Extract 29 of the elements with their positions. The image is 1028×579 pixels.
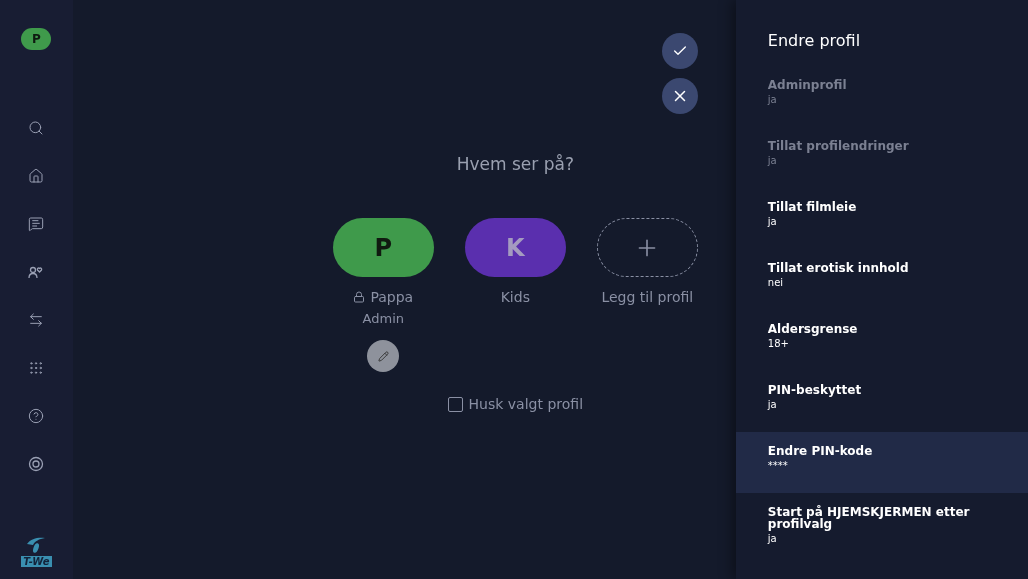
profile-name: Kids <box>500 289 530 305</box>
settings-item[interactable]: Tillat erotisk innhold nei <box>735 249 1028 310</box>
profile-name: Legg til profil <box>601 289 694 305</box>
panel-title: Endre profil <box>766 31 862 50</box>
settings-item[interactable]: Start på HJEMSKJERMEN etter profilvalg ja <box>735 493 1028 556</box>
settings-item[interactable]: Tillat filmleie ja <box>735 188 1028 249</box>
arrows-icon[interactable] <box>28 312 45 328</box>
profile-name: Pappa <box>370 289 414 305</box>
help-icon[interactable] <box>28 408 45 424</box>
message-icon[interactable] <box>28 216 45 232</box>
heading: Hvem ser på? <box>456 154 574 174</box>
profile-role: Admin <box>362 311 405 326</box>
settings-item[interactable]: Aldersgrense 18+ <box>735 310 1028 371</box>
profile-avatar[interactable]: P <box>332 218 434 277</box>
close-button[interactable] <box>661 78 698 114</box>
person-heart-icon[interactable] <box>28 264 45 280</box>
settings-item[interactable]: PIN-beskyttet ja <box>735 371 1028 432</box>
checkbox[interactable] <box>447 396 463 412</box>
settings-item[interactable]: Endre PIN-kode **** <box>735 432 1028 493</box>
grid-icon[interactable] <box>28 360 45 376</box>
settings-icon[interactable] <box>28 456 45 472</box>
home-icon[interactable] <box>28 168 45 184</box>
confirm-button[interactable] <box>661 33 698 69</box>
checkbox-label: Husk valgt profil <box>468 396 584 412</box>
logo-text: T-We <box>21 556 52 567</box>
profile-avatar[interactable]: P <box>21 28 52 50</box>
search-icon[interactable] <box>28 120 45 136</box>
edit-button[interactable] <box>367 340 400 372</box>
pencil-icon <box>377 350 389 362</box>
